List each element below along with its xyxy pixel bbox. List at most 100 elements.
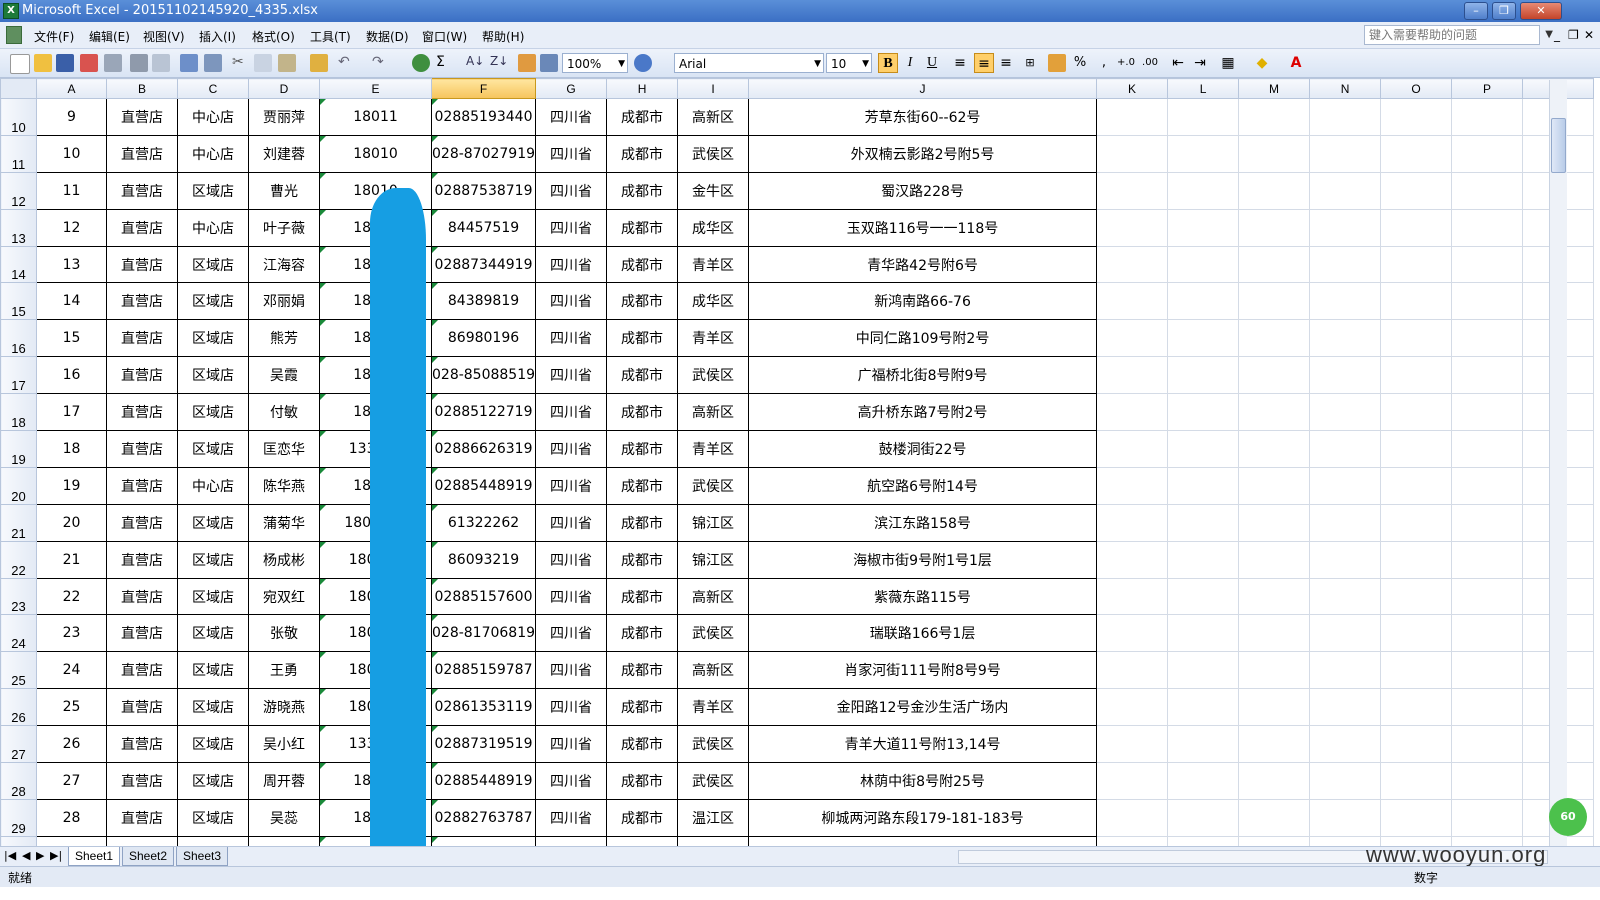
cell[interactable]: 16 xyxy=(36,356,107,395)
cell[interactable]: 广福桥北街8号附9号 xyxy=(748,356,1098,395)
empty-cell[interactable] xyxy=(1380,98,1453,136)
empty-cell[interactable] xyxy=(1451,430,1524,468)
cell[interactable]: 温江区 xyxy=(677,798,750,837)
cell[interactable]: 21 xyxy=(36,540,107,579)
empty-cell[interactable] xyxy=(1451,134,1524,173)
menu-data[interactable]: 数据(D) xyxy=(366,28,409,45)
empty-cell[interactable] xyxy=(1096,356,1169,395)
empty-cell[interactable] xyxy=(1167,356,1240,395)
permission-icon[interactable] xyxy=(80,54,98,72)
empty-cell[interactable] xyxy=(1451,98,1524,136)
cell[interactable]: 四川省 xyxy=(535,577,608,616)
empty-cell[interactable] xyxy=(1238,245,1311,284)
cell[interactable]: 18011 xyxy=(319,98,432,136)
column-header[interactable]: L xyxy=(1167,78,1240,99)
column-header[interactable]: K xyxy=(1096,78,1169,99)
empty-cell[interactable] xyxy=(1451,319,1524,358)
empty-cell[interactable] xyxy=(1238,208,1311,247)
cell[interactable]: 直营店 xyxy=(106,208,178,247)
cell[interactable]: 成都市 xyxy=(606,540,679,579)
row-header[interactable]: 29 xyxy=(0,798,37,837)
empty-cell[interactable] xyxy=(1309,540,1382,579)
empty-cell[interactable] xyxy=(1309,798,1382,837)
empty-cell[interactable] xyxy=(1380,430,1453,468)
cell[interactable]: 陈华燕 xyxy=(248,466,320,505)
empty-cell[interactable] xyxy=(1167,577,1240,616)
cell[interactable]: 12 xyxy=(36,208,107,247)
cell[interactable]: 02885122719 xyxy=(430,393,537,432)
cell[interactable]: 区域店 xyxy=(177,688,249,727)
empty-cell[interactable] xyxy=(1167,393,1240,432)
open-icon[interactable] xyxy=(34,54,52,72)
cell[interactable]: 028-85088519 xyxy=(430,356,537,395)
column-header[interactable]: D xyxy=(248,78,320,99)
decrease-decimal-icon[interactable]: .00 xyxy=(1140,53,1160,73)
cell[interactable]: 02885193440 xyxy=(430,98,537,136)
cell[interactable]: 区域店 xyxy=(177,282,249,321)
empty-cell[interactable] xyxy=(1238,577,1311,616)
print-icon[interactable] xyxy=(130,54,148,72)
cell[interactable]: 滨江东路158号 xyxy=(748,503,1098,542)
cell[interactable]: 四川省 xyxy=(535,245,608,284)
empty-cell[interactable] xyxy=(1380,688,1453,727)
empty-cell[interactable] xyxy=(1167,208,1240,247)
cell[interactable]: 直营店 xyxy=(106,98,178,136)
cell[interactable]: 02885159787 xyxy=(430,651,537,690)
empty-cell[interactable] xyxy=(1380,171,1453,210)
empty-cell[interactable] xyxy=(1096,540,1169,579)
row-header[interactable]: 23 xyxy=(0,577,37,616)
cell[interactable]: 熊芳 xyxy=(248,319,320,358)
empty-cell[interactable] xyxy=(1451,245,1524,284)
cell[interactable]: 直营店 xyxy=(106,466,178,505)
cell[interactable]: 四川省 xyxy=(535,651,608,690)
minimize-button[interactable]: – xyxy=(1464,2,1488,20)
cell[interactable]: 02885448919 xyxy=(430,466,537,505)
menu-edit[interactable]: 编辑(E) xyxy=(89,28,130,45)
cell[interactable]: 武侯区 xyxy=(677,356,750,395)
empty-cell[interactable] xyxy=(1096,651,1169,690)
empty-cell[interactable] xyxy=(1309,466,1382,505)
cell[interactable]: 直营店 xyxy=(106,282,178,321)
row-header[interactable]: 18 xyxy=(0,393,37,432)
cell[interactable]: 02887538719 xyxy=(430,171,537,210)
row-header[interactable]: 13 xyxy=(0,208,37,247)
cell[interactable]: 高新区 xyxy=(677,577,750,616)
cell[interactable]: 84457519 xyxy=(430,208,537,247)
cell[interactable]: 曹光 xyxy=(248,171,320,210)
empty-cell[interactable] xyxy=(1167,319,1240,358)
cell[interactable]: 武侯区 xyxy=(677,762,750,800)
menu-tools[interactable]: 工具(T) xyxy=(310,28,351,45)
empty-cell[interactable] xyxy=(1096,503,1169,542)
empty-cell[interactable] xyxy=(1238,798,1311,837)
cell[interactable]: 青华路42号附6号 xyxy=(748,245,1098,284)
cell[interactable]: 028-87027919 xyxy=(430,134,537,173)
zoom-select[interactable]: 100% ▼ xyxy=(562,53,628,73)
align-right-icon[interactable]: ≡ xyxy=(996,53,1016,73)
cell[interactable]: 028-81706819 xyxy=(430,614,537,653)
empty-cell[interactable] xyxy=(1167,282,1240,321)
cell[interactable]: 24 xyxy=(36,651,107,690)
cell[interactable]: 直营店 xyxy=(106,393,178,432)
cell[interactable]: 27 xyxy=(36,762,107,800)
column-header[interactable]: E xyxy=(319,78,432,99)
cell[interactable]: 区域店 xyxy=(177,762,249,800)
cell[interactable]: 中心店 xyxy=(177,98,249,136)
cell[interactable]: 61322262 xyxy=(430,503,537,542)
empty-cell[interactable] xyxy=(1309,171,1382,210)
empty-cell[interactable] xyxy=(1380,798,1453,837)
column-header[interactable]: N xyxy=(1309,78,1382,99)
empty-cell[interactable] xyxy=(1380,134,1453,173)
column-header[interactable]: O xyxy=(1380,78,1453,99)
empty-cell[interactable] xyxy=(1238,651,1311,690)
chevron-down-icon[interactable]: ▼ xyxy=(1545,26,1553,44)
tab-sheet2[interactable]: Sheet2 xyxy=(122,847,175,866)
cell[interactable]: 直营店 xyxy=(106,725,178,764)
cell[interactable]: 成都市 xyxy=(606,393,679,432)
row-header[interactable]: 25 xyxy=(0,651,37,690)
empty-cell[interactable] xyxy=(1167,171,1240,210)
undo-icon[interactable]: ↶ xyxy=(338,54,356,72)
cell[interactable]: 王勇 xyxy=(248,651,320,690)
empty-cell[interactable] xyxy=(1380,282,1453,321)
empty-cell[interactable] xyxy=(1238,98,1311,136)
empty-cell[interactable] xyxy=(1096,171,1169,210)
